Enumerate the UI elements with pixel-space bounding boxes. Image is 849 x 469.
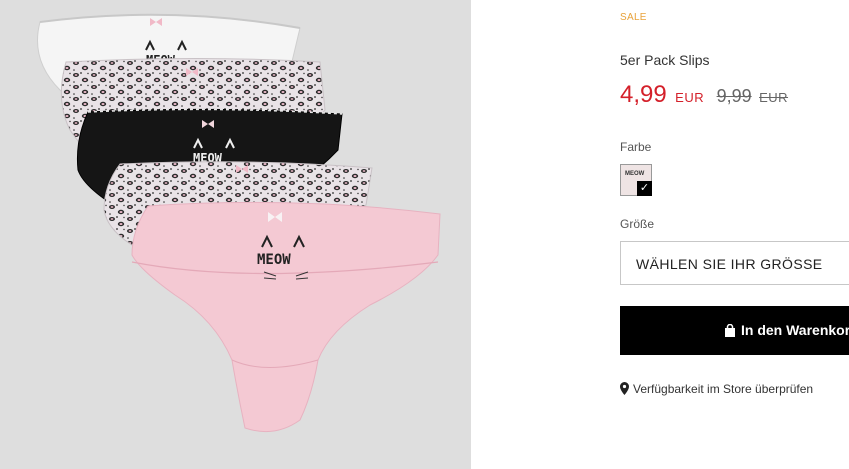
sale-badge: SALE: [620, 12, 647, 23]
color-label: Farbe: [620, 140, 652, 154]
price-old: 9,99: [716, 86, 752, 106]
map-pin-icon: [620, 382, 629, 398]
price-old-currency: EUR: [759, 90, 789, 105]
add-to-cart-content: In den Warenkorb: [724, 322, 849, 340]
product-info-panel: SALE 5er Pack Slips 4,99 EUR 9,99 EUR Fa…: [620, 0, 849, 469]
swatch-thumbnail-text: MEOW: [625, 171, 645, 177]
meow-print-5: MEOW: [257, 252, 291, 268]
add-to-cart-label: In den Warenkorb: [741, 322, 849, 338]
size-label: Größe: [620, 217, 655, 231]
color-swatch-selected[interactable]: MEOW ✓: [620, 164, 652, 196]
product-title: 5er Pack Slips: [620, 52, 710, 68]
price-current: 4,99: [620, 81, 667, 108]
size-select[interactable]: WÄHLEN SIE IHR GRÖSSE: [620, 241, 849, 285]
product-image[interactable]: MEOW MEOW MEOW: [0, 0, 471, 469]
store-availability-label: Verfügbarkeit im Store überprüfen: [633, 382, 814, 396]
price-current-currency: EUR: [675, 90, 705, 105]
check-icon: ✓: [637, 181, 652, 196]
size-select-placeholder: WÄHLEN SIE IHR GRÖSSE: [636, 256, 823, 272]
product-photo-svg: MEOW MEOW MEOW: [37, 13, 441, 433]
brief-pink: [131, 201, 441, 433]
price-row: 4,99 EUR 9,99 EUR: [620, 81, 788, 109]
shopping-bag-icon: [724, 323, 736, 340]
add-to-cart-button[interactable]: In den Warenkorb: [620, 306, 849, 355]
store-availability-link[interactable]: Verfügbarkeit im Store überprüfen: [620, 382, 813, 398]
